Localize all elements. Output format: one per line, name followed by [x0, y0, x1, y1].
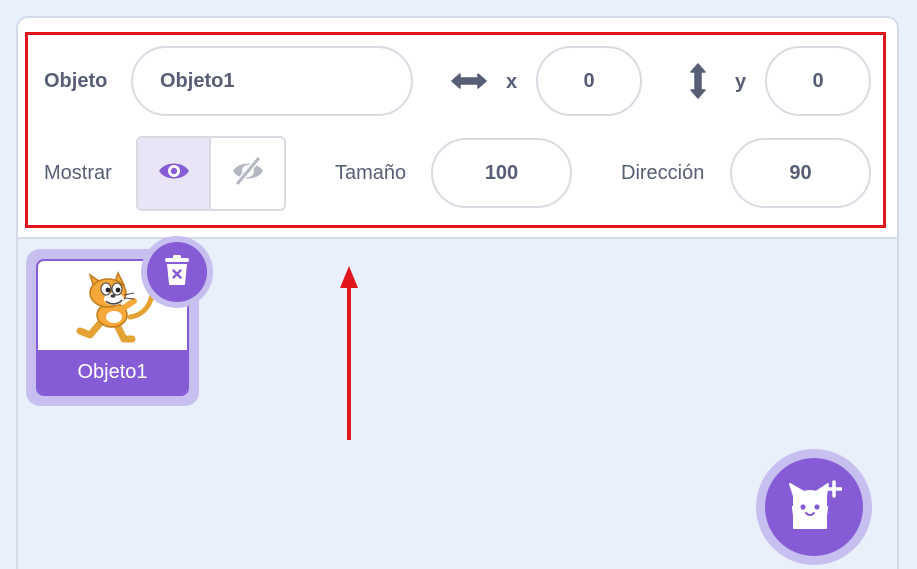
direction-label: Dirección: [621, 162, 705, 184]
delete-sprite-button[interactable]: [141, 236, 213, 308]
sprite-name-label: Objeto1: [38, 350, 187, 394]
annotation-arrow-icon: [330, 262, 370, 449]
visibility-toggle: [136, 136, 286, 211]
x-arrows-icon: [450, 69, 488, 98]
show-label: Mostrar: [44, 162, 112, 184]
y-arrows-icon: [686, 62, 710, 105]
show-sprite-button[interactable]: [138, 138, 211, 209]
sprite-name-label: Objeto: [44, 70, 108, 92]
hide-sprite-button[interactable]: [211, 138, 284, 209]
eye-off-icon: [231, 156, 265, 191]
y-label: y: [735, 71, 747, 93]
trash-icon: [164, 254, 190, 291]
direction-input[interactable]: 90: [730, 138, 871, 208]
size-input[interactable]: 100: [431, 138, 572, 208]
x-label: x: [506, 71, 518, 93]
x-position-input[interactable]: 0: [536, 46, 642, 116]
sprite-name-input[interactable]: Objeto1: [131, 46, 413, 116]
add-sprite-cat-icon: [786, 479, 843, 535]
y-position-input[interactable]: 0: [765, 46, 871, 116]
eye-icon: [157, 159, 191, 188]
add-sprite-button[interactable]: [756, 449, 872, 565]
size-label: Tamaño: [335, 162, 407, 184]
